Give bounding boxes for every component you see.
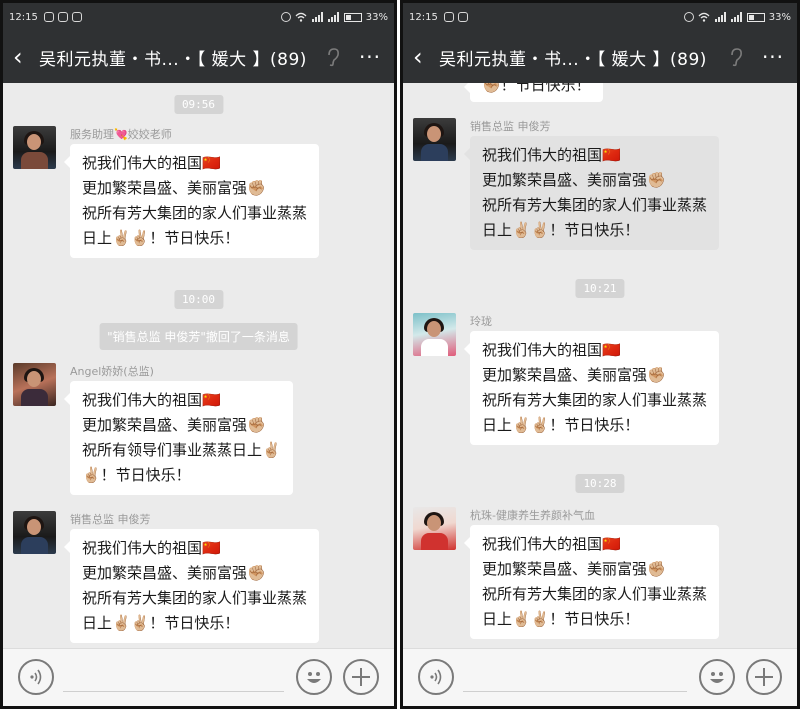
back-arrow-icon[interactable]: ‹ bbox=[413, 43, 439, 71]
message-line: 祝所有领导们事业蒸蒸日上✌🏼 bbox=[82, 441, 281, 459]
status-time: 12:15 bbox=[409, 11, 438, 23]
timestamp: 10:28 bbox=[575, 474, 625, 493]
message-line: 祝我们伟大的祖国🇨🇳 bbox=[82, 391, 221, 409]
avatar[interactable] bbox=[413, 507, 456, 550]
input-bar bbox=[403, 648, 797, 706]
status-bar: 12:15 33% bbox=[403, 3, 797, 31]
message-line: 日上✌🏼✌🏼！节日快乐！ bbox=[82, 614, 240, 632]
message-line: 祝所有芳大集团的家人们事业蒸蒸 bbox=[482, 585, 708, 603]
sender-name: 玲珑 bbox=[470, 315, 492, 328]
battery-icon bbox=[746, 12, 765, 22]
message-line: 祝我们伟大的祖国🇨🇳 bbox=[82, 154, 221, 172]
do-not-disturb-icon bbox=[683, 12, 694, 22]
message-notification-icon bbox=[43, 12, 54, 22]
status-bar: 12:15 33% bbox=[3, 3, 394, 31]
message-line: 祝我们伟大的祖国🇨🇳 bbox=[482, 146, 621, 164]
message-line: 祝所有芳大集团的家人们事业蒸蒸 bbox=[482, 196, 708, 214]
sender-name: 销售总监 申俊芳 bbox=[470, 120, 551, 133]
message-line: 祝我们伟大的祖国🇨🇳 bbox=[82, 539, 221, 557]
battery-icon bbox=[343, 12, 362, 22]
signal-icon-2 bbox=[730, 12, 742, 22]
message-line: ✌🏼！节日快乐！ bbox=[82, 466, 191, 484]
sender-name: 服务助理💘姣姣老师 bbox=[70, 128, 172, 141]
status-time: 12:15 bbox=[9, 11, 38, 23]
avatar[interactable] bbox=[413, 313, 456, 356]
sender-name: 销售总监 申俊芳 bbox=[70, 513, 151, 526]
message-line: 更加繁荣昌盛、美丽富强✊🏼 bbox=[482, 171, 666, 189]
avatar[interactable] bbox=[13, 126, 56, 169]
back-arrow-icon[interactable]: ‹ bbox=[13, 43, 39, 71]
message-line: 日上✌🏼✌🏼！节日快乐！ bbox=[482, 610, 640, 628]
message-bubble[interactable]: 祝我们伟大的祖国🇨🇳 更加繁荣昌盛、美丽富强✊🏼 祝所有芳大集团的家人们事业蒸蒸… bbox=[463, 331, 720, 445]
emoji-icon[interactable] bbox=[699, 659, 735, 695]
message-notification-icon bbox=[443, 12, 454, 22]
message-bubble[interactable]: 祝我们伟大的祖国🇨🇳 更加繁荣昌盛、美丽富强✊🏼 祝所有芳大集团的家人们事业蒸蒸… bbox=[463, 525, 720, 639]
message-line: 祝所有芳大集团的家人们事业蒸蒸 bbox=[482, 391, 708, 409]
message-line: 更加繁荣昌盛、美丽富强✊🏼 bbox=[82, 179, 266, 197]
headset-notification-icon bbox=[457, 12, 468, 22]
message-line: 更加繁荣昌盛、美丽富强✊🏼 bbox=[482, 366, 666, 384]
battery-percent: 33% bbox=[365, 11, 388, 23]
plus-icon[interactable] bbox=[746, 659, 782, 695]
sender-name: 杭珠-健康养生养颜补气血 bbox=[470, 509, 595, 522]
chat-screen-left: 12:15 33% ‹ 吴利元执董・书...・【 媛大 】(89) ··· 09… bbox=[0, 0, 397, 709]
message-line: ✊🏼！节日快乐！ bbox=[482, 83, 591, 94]
message-line: 日上✌🏼✌🏼！节日快乐！ bbox=[82, 229, 240, 247]
signal-icon-1 bbox=[714, 12, 726, 22]
timestamp: 10:21 bbox=[575, 279, 625, 298]
timestamp: 09:56 bbox=[173, 95, 224, 114]
message-line: 祝所有芳大集团的家人们事业蒸蒸 bbox=[82, 589, 308, 607]
message-input[interactable] bbox=[463, 691, 687, 692]
message-bubble-partial[interactable]: ✊🏼！节日快乐！ bbox=[464, 83, 603, 102]
do-not-disturb-icon bbox=[280, 12, 291, 22]
chat-title: 吴利元执董・书...・【 媛大 】(89) bbox=[39, 49, 307, 70]
message-list[interactable]: 09:56 服务助理💘姣姣老师 祝我们伟大的祖国🇨🇳 更加繁荣昌盛、美丽富强✊🏼… bbox=[3, 83, 394, 648]
message-line: 祝我们伟大的祖国🇨🇳 bbox=[482, 535, 621, 553]
avatar[interactable] bbox=[13, 511, 56, 554]
avatar[interactable] bbox=[13, 363, 56, 406]
more-icon[interactable]: ··· bbox=[356, 45, 384, 69]
voice-icon[interactable] bbox=[418, 659, 454, 695]
message-line: 祝我们伟大的祖国🇨🇳 bbox=[482, 341, 621, 359]
chat-header: ‹ 吴利元执董・书...・【 媛大 】(89) ··· bbox=[3, 31, 394, 83]
wifi-icon bbox=[698, 12, 710, 22]
avatar[interactable] bbox=[413, 118, 456, 161]
chat-header: ‹ 吴利元执董・书...・【 媛大 】(89) ··· bbox=[403, 31, 797, 83]
voice-icon[interactable] bbox=[18, 659, 54, 695]
timestamp: 10:00 bbox=[173, 290, 224, 309]
message-list[interactable]: ✊🏼！节日快乐！ 销售总监 申俊芳 祝我们伟大的祖国🇨🇳 更加繁荣昌盛、美丽富强… bbox=[403, 83, 797, 648]
message-line: 日上✌🏼✌🏼！节日快乐！ bbox=[482, 416, 640, 434]
signal-icon-2 bbox=[327, 12, 339, 22]
message-bubble[interactable]: 祝我们伟大的祖国🇨🇳 更加繁荣昌盛、美丽富强✊🏼 祝所有芳大集团的家人们事业蒸蒸… bbox=[463, 136, 720, 250]
plus-icon[interactable] bbox=[343, 659, 379, 695]
input-bar bbox=[3, 648, 394, 706]
wifi-icon bbox=[295, 12, 307, 22]
image-notification-icon bbox=[57, 12, 68, 22]
chat-title: 吴利元执董・书...・【 媛大 】(89) bbox=[439, 49, 707, 70]
emoji-icon[interactable] bbox=[296, 659, 332, 695]
more-icon[interactable]: ··· bbox=[759, 45, 787, 69]
signal-icon-1 bbox=[311, 12, 323, 22]
sender-name: Angel娇娇(总监) bbox=[70, 365, 154, 378]
earpiece-icon[interactable] bbox=[725, 46, 747, 68]
message-line: 日上✌🏼✌🏼！节日快乐！ bbox=[482, 221, 640, 239]
message-input[interactable] bbox=[63, 691, 284, 692]
battery-percent: 33% bbox=[768, 11, 791, 23]
message-bubble[interactable]: 祝我们伟大的祖国🇨🇳 更加繁荣昌盛、美丽富强✊🏼 祝所有领导们事业蒸蒸日上✌🏼 … bbox=[64, 381, 293, 495]
headset-notification-icon bbox=[71, 12, 82, 22]
message-bubble[interactable]: 祝我们伟大的祖国🇨🇳 更加繁荣昌盛、美丽富强✊🏼 祝所有芳大集团的家人们事业蒸蒸… bbox=[63, 144, 320, 258]
message-line: 更加繁荣昌盛、美丽富强✊🏼 bbox=[82, 416, 266, 434]
message-bubble[interactable]: 祝我们伟大的祖国🇨🇳 更加繁荣昌盛、美丽富强✊🏼 祝所有芳大集团的家人们事业蒸蒸… bbox=[63, 529, 320, 643]
earpiece-icon[interactable] bbox=[322, 46, 344, 68]
recall-notice: "销售总监 申俊芳"撤回了一条消息 bbox=[99, 323, 298, 350]
message-line: 更加繁荣昌盛、美丽富强✊🏼 bbox=[482, 560, 666, 578]
message-line: 更加繁荣昌盛、美丽富强✊🏼 bbox=[82, 564, 266, 582]
message-line: 祝所有芳大集团的家人们事业蒸蒸 bbox=[82, 204, 308, 222]
chat-screen-right: 12:15 33% ‹ 吴利元执董・书...・【 媛大 】(89) ··· ✊🏼… bbox=[400, 0, 800, 709]
